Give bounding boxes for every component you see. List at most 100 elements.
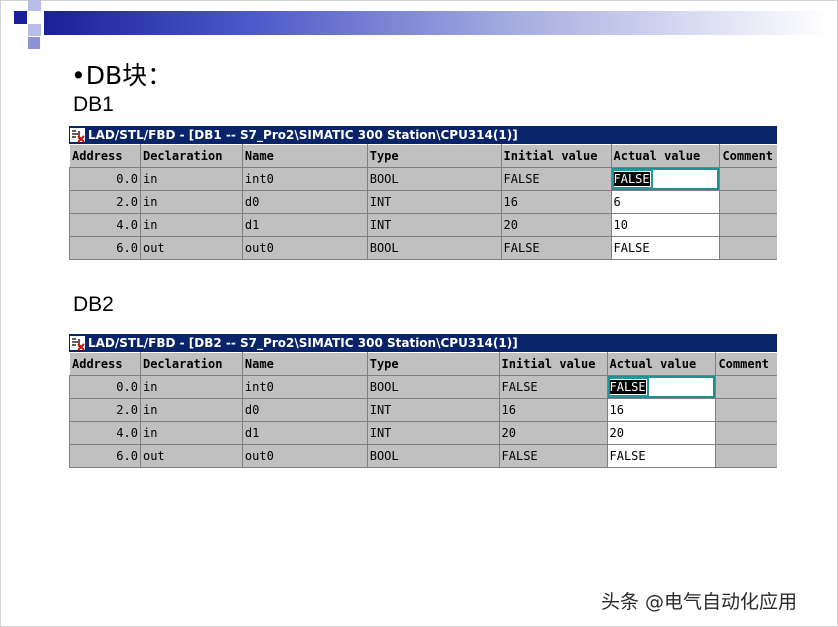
- table-row[interactable]: 2.0 in d0 INT 16 16: [69, 398, 777, 422]
- cell-initial-value: 20: [498, 421, 608, 445]
- cell-initial-value: FALSE: [500, 236, 612, 260]
- cell-comment[interactable]: [715, 375, 777, 399]
- slide-frame: [0, 0, 838, 627]
- col-header-initial-value[interactable]: Initial value: [498, 352, 608, 376]
- cell-comment[interactable]: [719, 167, 777, 191]
- table-row[interactable]: 6.0 out out0 BOOL FALSE FALSE: [69, 236, 777, 260]
- cell-initial-value: 20: [500, 213, 612, 237]
- col-header-type[interactable]: Type: [366, 144, 502, 168]
- cell-name: int0: [241, 167, 368, 191]
- cell-comment[interactable]: [715, 421, 777, 445]
- lad-stl-fbd-app-icon: [70, 336, 85, 351]
- cell-declaration: in: [139, 421, 243, 445]
- cell-initial-value: FALSE: [498, 375, 608, 399]
- db2-table: Address Declaration Name Type Initial va…: [69, 352, 777, 468]
- col-header-declaration[interactable]: Declaration: [139, 144, 243, 168]
- cell-type: INT: [366, 213, 502, 237]
- cell-actual-value[interactable]: 20: [606, 421, 717, 445]
- cell-actual-value[interactable]: 6: [610, 190, 721, 214]
- decor-square: [14, 11, 27, 24]
- cell-comment[interactable]: [715, 398, 777, 422]
- db2-label: DB2: [73, 293, 114, 316]
- title-gradient-bar: [44, 11, 828, 35]
- cell-declaration: in: [139, 398, 243, 422]
- col-header-comment[interactable]: Comment: [715, 352, 777, 376]
- cell-address: 2.0: [69, 190, 141, 214]
- cell-name: d0: [241, 398, 368, 422]
- cell-type: BOOL: [366, 167, 502, 191]
- db1-label: DB1: [73, 93, 114, 116]
- table-row[interactable]: 6.0 out out0 BOOL FALSE FALSE: [69, 444, 777, 468]
- cell-declaration: in: [139, 190, 243, 214]
- db1-editor-window: LAD/STL/FBD - [DB1 -- S7_Pro2\SIMATIC 30…: [69, 126, 777, 260]
- cell-actual-value[interactable]: FALSE: [610, 236, 721, 260]
- cell-actual-value[interactable]: 16: [606, 398, 717, 422]
- col-header-address[interactable]: Address: [69, 144, 141, 168]
- cell-actual-value[interactable]: FALSE: [606, 444, 717, 468]
- cell-type: BOOL: [366, 375, 500, 399]
- lad-stl-fbd-app-icon: [70, 128, 85, 143]
- selected-value[interactable]: FALSE: [607, 377, 649, 397]
- watermark-text: 头条 @电气自动化应用: [601, 591, 798, 613]
- cell-address: 0.0: [69, 167, 141, 191]
- col-header-declaration[interactable]: Declaration: [139, 352, 243, 376]
- table-row[interactable]: 0.0 in int0 BOOL FALSE FALSE: [69, 375, 777, 399]
- cell-address: 6.0: [69, 444, 141, 468]
- col-header-address[interactable]: Address: [69, 352, 141, 376]
- col-header-initial-value[interactable]: Initial value: [500, 144, 612, 168]
- col-header-comment[interactable]: Comment: [719, 144, 777, 168]
- cell-address: 2.0: [69, 398, 141, 422]
- cell-declaration: in: [139, 375, 243, 399]
- db2-window-title: LAD/STL/FBD - [DB2 -- S7_Pro2\SIMATIC 30…: [88, 336, 518, 350]
- selected-value[interactable]: FALSE: [611, 169, 653, 189]
- table-row[interactable]: 4.0 in d1 INT 20 10: [69, 213, 777, 237]
- col-header-type[interactable]: Type: [366, 352, 500, 376]
- cell-comment[interactable]: [715, 444, 777, 468]
- col-header-actual-value[interactable]: Actual value: [606, 352, 717, 376]
- cell-comment[interactable]: [719, 213, 777, 237]
- table-row[interactable]: 4.0 in d1 INT 20 20: [69, 421, 777, 445]
- cell-actual-value[interactable]: FALSE: [606, 375, 717, 399]
- cell-name: d1: [241, 421, 368, 445]
- cell-name: out0: [241, 236, 368, 260]
- cell-initial-value: FALSE: [500, 167, 612, 191]
- table-row[interactable]: 2.0 in d0 INT 16 6: [69, 190, 777, 214]
- cell-name: d0: [241, 190, 368, 214]
- cell-declaration: in: [139, 167, 243, 191]
- cell-address: 4.0: [69, 421, 141, 445]
- cell-initial-value: 16: [500, 190, 612, 214]
- decor-square: [28, 0, 41, 11]
- cell-initial-value: 16: [498, 398, 608, 422]
- db2-editor-window: LAD/STL/FBD - [DB2 -- S7_Pro2\SIMATIC 30…: [69, 334, 777, 468]
- cell-type: BOOL: [366, 236, 502, 260]
- cell-name: d1: [241, 213, 368, 237]
- cell-declaration: in: [139, 213, 243, 237]
- cell-type: INT: [366, 398, 500, 422]
- db1-header-row: Address Declaration Name Type Initial va…: [69, 144, 777, 168]
- db1-window-title: LAD/STL/FBD - [DB1 -- S7_Pro2\SIMATIC 30…: [88, 128, 518, 142]
- db1-titlebar[interactable]: LAD/STL/FBD - [DB1 -- S7_Pro2\SIMATIC 30…: [69, 126, 777, 144]
- cell-address: 6.0: [69, 236, 141, 260]
- cell-actual-value[interactable]: FALSE: [610, 167, 721, 191]
- cell-actual-value[interactable]: 10: [610, 213, 721, 237]
- db2-titlebar[interactable]: LAD/STL/FBD - [DB2 -- S7_Pro2\SIMATIC 30…: [69, 334, 777, 352]
- cell-initial-value: FALSE: [498, 444, 608, 468]
- col-header-name[interactable]: Name: [241, 352, 368, 376]
- decor-square: [28, 37, 40, 49]
- table-row[interactable]: 0.0 in int0 BOOL FALSE FALSE: [69, 167, 777, 191]
- db2-header-row: Address Declaration Name Type Initial va…: [69, 352, 777, 376]
- slide-heading: •DB块：: [71, 61, 173, 90]
- cell-type: INT: [366, 190, 502, 214]
- cell-declaration: out: [139, 236, 243, 260]
- col-header-actual-value[interactable]: Actual value: [610, 144, 721, 168]
- col-header-name[interactable]: Name: [241, 144, 368, 168]
- cell-type: INT: [366, 421, 500, 445]
- cell-comment[interactable]: [719, 190, 777, 214]
- cell-address: 4.0: [69, 213, 141, 237]
- cell-type: BOOL: [366, 444, 500, 468]
- cell-name: int0: [241, 375, 368, 399]
- db1-table: Address Declaration Name Type Initial va…: [69, 144, 777, 260]
- cell-declaration: out: [139, 444, 243, 468]
- cell-comment[interactable]: [719, 236, 777, 260]
- decor-square: [28, 24, 41, 36]
